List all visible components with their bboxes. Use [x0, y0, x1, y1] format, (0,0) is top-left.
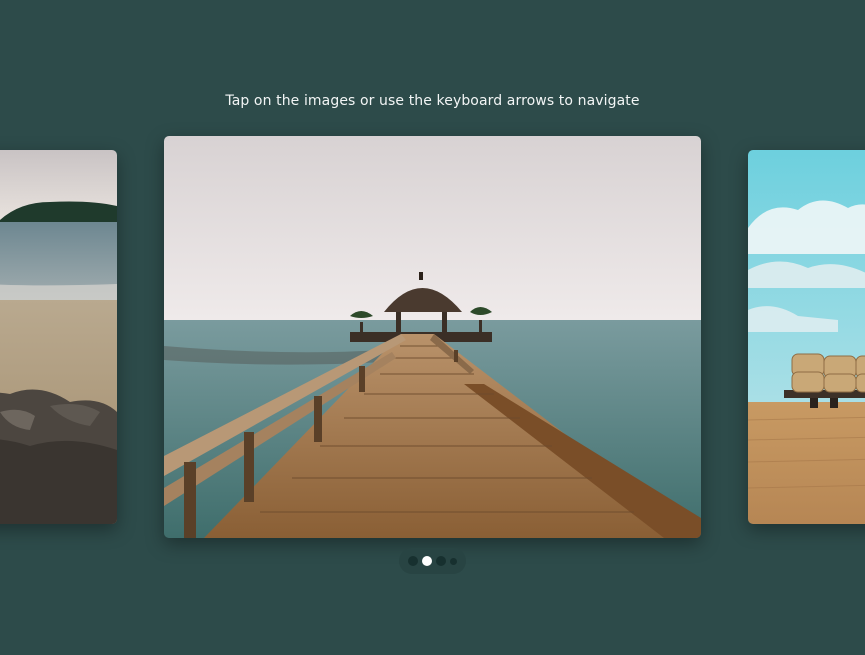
pagination-dot-3[interactable]	[436, 556, 446, 566]
slide-current-pier[interactable]	[164, 136, 701, 538]
pier-image	[164, 136, 701, 538]
instructions-text: Tap on the images or use the keyboard ar…	[225, 93, 640, 109]
pagination-dots	[399, 548, 466, 574]
carousel-stage: Tap on the images or use the keyboard ar…	[0, 0, 865, 655]
pagination-dot-2-active[interactable]	[422, 556, 432, 566]
pagination-dot-4[interactable]	[450, 557, 457, 565]
pagination-dot-1[interactable]	[408, 556, 418, 566]
slide-previous-beach[interactable]	[0, 150, 117, 524]
beach-image	[0, 150, 117, 524]
haybales-image	[748, 150, 865, 524]
slide-next-haybales[interactable]	[748, 150, 865, 524]
